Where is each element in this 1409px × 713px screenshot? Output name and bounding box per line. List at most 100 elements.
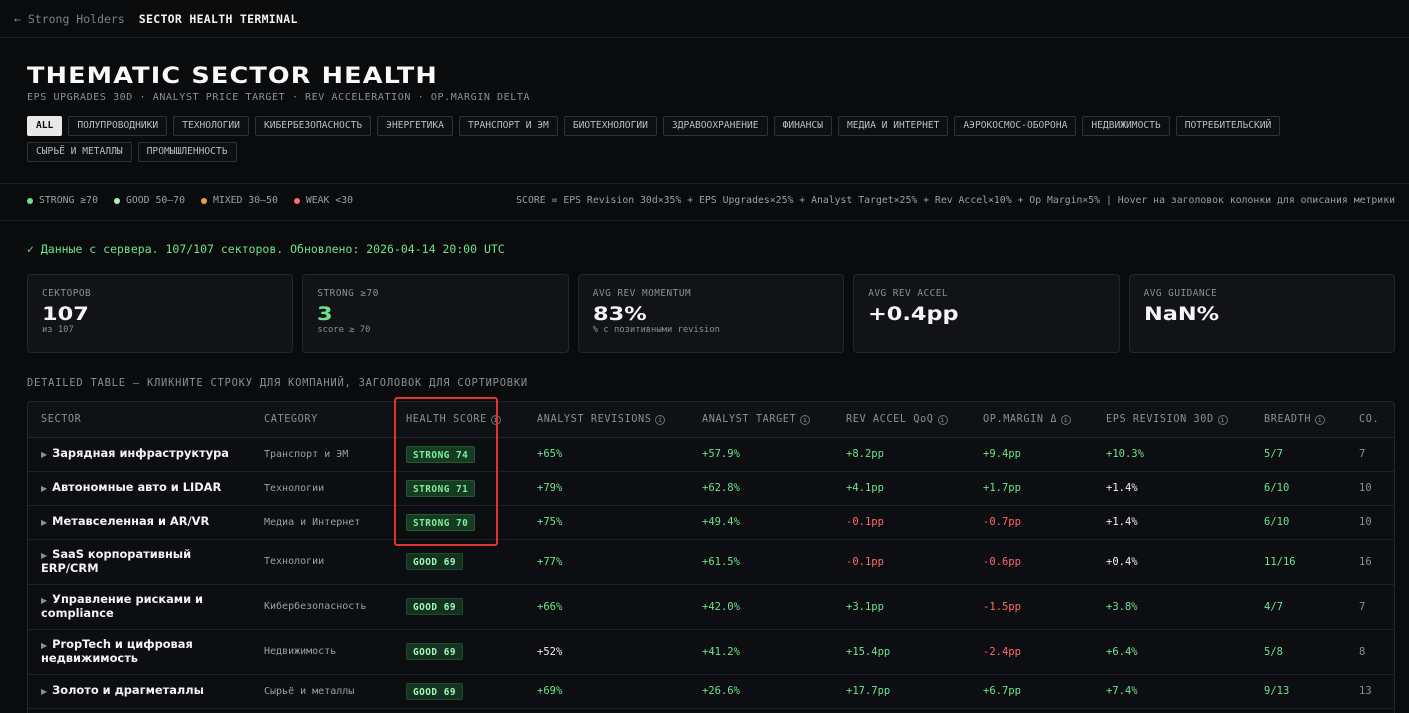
info-icon[interactable]: i xyxy=(1061,414,1072,425)
column-header[interactable]: ANALYST TARGET i xyxy=(689,402,833,438)
table-caption: DETAILED TABLE — КЛИКНИТЕ СТРОКУ ДЛЯ КОМ… xyxy=(27,377,528,389)
column-header-label: OP.MARGIN Δ xyxy=(983,413,1058,425)
score-formula: SCORE = EPS Revision 30d×35% + EPS Upgra… xyxy=(516,195,1395,206)
health-score-badge: STRONG 74 xyxy=(406,445,476,463)
score-legend: STRONG ≥70 GOOD 50–70 MIXED 30–50 WEAK <30 xyxy=(27,195,353,206)
table-row[interactable]: ▶ Золото и драгметаллы Сырьё и металлы GOOD… xyxy=(28,674,1394,709)
table-header-row: SECTOR CATEGORY HEALTH SCORE i ANALYST REVIS… xyxy=(28,402,1394,438)
filter-chip-2[interactable]: ТЕХНОЛОГИИ xyxy=(173,116,249,136)
table-row[interactable]: ▶ PropTech и цифровая недвижимость Недвижи… xyxy=(28,629,1394,675)
sector-cell: ▶ PropTech и цифровая недвижимость xyxy=(28,629,251,675)
filter-chip-12[interactable]: ПОТРЕБИТЕЛЬСКИЙ xyxy=(1175,116,1281,136)
filter-chip-11[interactable]: НЕДВИЖИМОСТЬ xyxy=(1082,116,1170,136)
sector-cell: ▶ Управление рисками и compliance xyxy=(28,584,251,630)
column-header[interactable]: CATEGORY xyxy=(251,402,393,438)
stat-card: AVG GUIDANCE NaN% xyxy=(1128,274,1395,353)
back-link[interactable]: ← Strong Holders xyxy=(14,12,125,26)
health-score-cell: GOOD 69 xyxy=(393,584,524,630)
rev-accel-cell: +3.1pp xyxy=(833,584,970,630)
filter-chip-7[interactable]: ЗДРАВООХРАНЕНИЕ xyxy=(662,116,768,136)
info-icon[interactable]: i xyxy=(800,414,811,425)
filter-chip-9[interactable]: МЕДИА И ИНТЕРНЕТ xyxy=(837,116,949,136)
stat-card: СЕКТОРОВ 107 из 107 xyxy=(27,274,294,353)
analyst-target-cell: +41.2% xyxy=(689,629,833,675)
table-row[interactable]: ▶ Метавселенная и AR/VR Медиа и Интернет ST… xyxy=(28,505,1394,540)
sector-cell: ▶ Метавселенная и AR/VR xyxy=(28,505,251,540)
health-score-badge: GOOD 69 xyxy=(406,682,464,700)
legend-label: GOOD 50–70 xyxy=(125,195,185,206)
breadth-cell: 6/10 xyxy=(1251,471,1346,506)
legend-label: MIXED 30–50 xyxy=(212,195,278,206)
analyst-revisions-cell: +69% xyxy=(524,674,689,709)
sector-table-container: SECTOR CATEGORY HEALTH SCORE i ANALYST REVIS… xyxy=(27,401,1395,713)
breadth-cell: 11/16 xyxy=(1251,539,1346,585)
sector-name: PropTech и цифровая недвижимость xyxy=(41,637,193,665)
column-header[interactable]: ANALYST REVISIONS i xyxy=(524,402,689,438)
table-row[interactable]: ▶ SaaS корпоративный ERP/CRM Технологии GOO… xyxy=(28,539,1394,585)
expand-triangle-icon: ▶ xyxy=(41,450,48,459)
sector-name: Золото и драгметаллы xyxy=(52,683,204,697)
rev-accel-cell: +4.1pp xyxy=(833,471,970,506)
category-cell: Медиа и Интернет xyxy=(251,505,393,540)
column-header[interactable]: HEALTH SCORE i xyxy=(393,402,524,438)
expand-triangle-icon: ▶ xyxy=(41,551,48,560)
breadth-cell: 9/13 xyxy=(1251,674,1346,709)
info-icon[interactable]: i xyxy=(937,414,948,425)
breadth-cell: 5/8 xyxy=(1251,629,1346,675)
company-count-cell: 7 xyxy=(1346,584,1394,630)
filter-chip-5[interactable]: ТРАНСПОРТ И ЭМ xyxy=(458,116,558,136)
analyst-revisions-cell: +52% xyxy=(524,629,689,675)
column-header[interactable]: OP.MARGIN Δi xyxy=(970,402,1093,438)
filter-chip-0[interactable]: ALL xyxy=(27,116,63,136)
op-margin-cell: +6.7pp xyxy=(970,674,1093,709)
stat-card-note: из 107 xyxy=(42,325,74,335)
filter-chip-14[interactable]: ПРОМЫШЛЕННОСТЬ xyxy=(137,142,237,162)
info-icon[interactable]: i xyxy=(1217,414,1228,425)
column-header[interactable]: REV ACCEL QoQ i xyxy=(833,402,970,438)
rev-accel-cell: +17.7pp xyxy=(833,674,970,709)
column-header[interactable]: SECTOR xyxy=(28,402,251,438)
legend-label: STRONG ≥70 xyxy=(39,195,98,206)
column-header[interactable]: EPS REVISION 30D i xyxy=(1093,402,1251,438)
filter-chip-6[interactable]: БИОТЕХНОЛОГИИ xyxy=(563,116,657,136)
sector-cell: ▶ Зарядная инфраструктура xyxy=(28,437,251,472)
info-icon[interactable]: i xyxy=(490,414,501,425)
info-icon[interactable]: i xyxy=(655,414,666,425)
sector-table: SECTOR CATEGORY HEALTH SCORE i ANALYST REVIS… xyxy=(28,402,1394,709)
sector-name: Управление рисками и compliance xyxy=(41,592,204,620)
sector-cell: ▶ SaaS корпоративный ERP/CRM xyxy=(28,539,251,585)
table-row[interactable]: ▶ Зарядная инфраструктура Транспорт и ЭМ ST… xyxy=(28,437,1394,472)
column-header-label: EPS REVISION 30D xyxy=(1106,413,1214,425)
filter-chip-1[interactable]: ПОЛУПРОВОДНИКИ xyxy=(68,116,168,136)
column-header-label: HEALTH SCORE xyxy=(406,413,487,425)
stat-card-value: 83% xyxy=(592,303,647,325)
health-score-cell: GOOD 69 xyxy=(393,629,524,675)
health-score-badge: STRONG 71 xyxy=(406,479,476,497)
filter-chip-4[interactable]: ЭНЕРГЕТИКА xyxy=(377,116,453,136)
legend-label: WEAK <30 xyxy=(305,195,354,206)
eps-revision-cell: +0.4% xyxy=(1093,539,1251,585)
column-header[interactable]: BREADTH i xyxy=(1251,402,1346,438)
table-row[interactable]: ▶ Автономные авто и LIDAR Технологии STRONG… xyxy=(28,471,1394,506)
category-cell: Технологии xyxy=(251,471,393,506)
table-row[interactable]: ▶ Управление рисками и compliance Кибербез… xyxy=(28,584,1394,630)
column-header[interactable]: CO. xyxy=(1346,402,1394,438)
divider xyxy=(0,220,1409,221)
eps-revision-cell: +7.4% xyxy=(1093,674,1251,709)
stat-card-value: 3 xyxy=(317,303,334,325)
filter-chip-13[interactable]: СЫРЬЁ И МЕТАЛЛЫ xyxy=(27,142,132,162)
column-header-label: REV ACCEL QoQ xyxy=(846,413,934,425)
filter-chip-10[interactable]: АЭРОКОСМОС-ОБОРОНА xyxy=(954,116,1077,136)
rev-accel-cell: +15.4pp xyxy=(833,629,970,675)
company-count-cell: 10 xyxy=(1346,505,1394,540)
company-count-cell: 16 xyxy=(1346,539,1394,585)
filter-chip-3[interactable]: КИБЕРБЕЗОПАСНОСТЬ xyxy=(254,116,372,136)
company-count-cell: 10 xyxy=(1346,471,1394,506)
stat-card-note: score ≥ 70 xyxy=(317,325,371,335)
op-margin-cell: -0.6pp xyxy=(970,539,1093,585)
analyst-target-cell: +42.0% xyxy=(689,584,833,630)
company-count-cell: 8 xyxy=(1346,629,1394,675)
analyst-revisions-cell: +79% xyxy=(524,471,689,506)
info-icon[interactable]: i xyxy=(1315,414,1326,425)
filter-chip-8[interactable]: ФИНАНСЫ xyxy=(773,116,832,136)
